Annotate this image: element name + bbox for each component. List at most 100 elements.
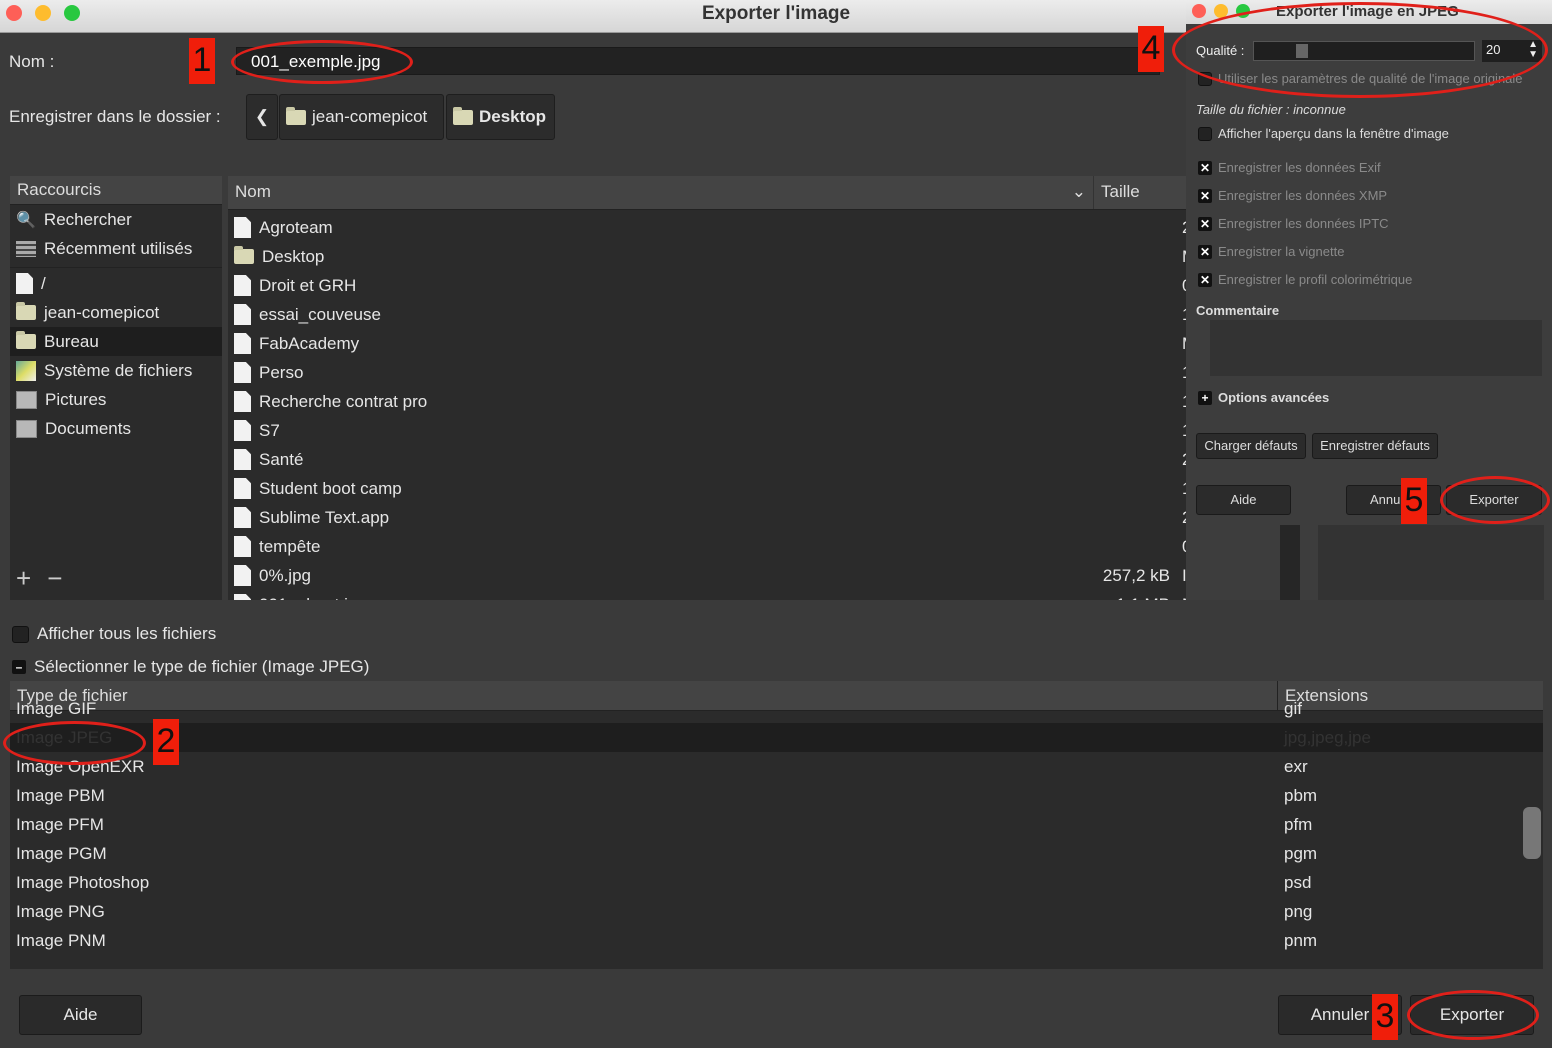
add-bookmark-button[interactable]: + (16, 563, 31, 594)
show-preview[interactable]: Afficher l'aperçu dans la fenêtre d'imag… (1198, 126, 1449, 141)
file-size: 257,2 kB (1102, 565, 1170, 585)
file-type-ext: gif (1284, 698, 1302, 718)
shortcut-label: Rechercher (43, 209, 132, 229)
file-type-row[interactable]: Image GIF gif (10, 694, 1543, 723)
file-type-ext: pgm (1284, 843, 1318, 863)
annotation-ellipse-5 (1440, 476, 1550, 524)
close-button[interactable] (1192, 4, 1206, 18)
jpeg-option[interactable]: ✕ Enregistrer les données IPTC (1198, 216, 1389, 231)
file-row[interactable]: Student boot camp 1 (228, 474, 1300, 503)
file-name: essai_couveuse (259, 304, 381, 324)
shortcut-item[interactable]: Bureau (10, 327, 222, 356)
shortcut-label: Documents (45, 418, 131, 438)
file-type-row[interactable]: Image PFM pfm (10, 810, 1543, 839)
show-all-files[interactable]: Afficher tous les fichiers (12, 624, 216, 644)
jpeg-help-button[interactable]: Aide (1196, 485, 1291, 515)
checkbox-checked-icon[interactable]: ✕ (1198, 160, 1212, 175)
file-type-row[interactable]: Image PNM pnm (10, 926, 1543, 955)
scrollbar-thumb[interactable] (1523, 807, 1541, 859)
checkbox-checked-icon[interactable]: ✕ (1198, 244, 1212, 259)
document-icon (234, 594, 251, 600)
checkbox-checked-icon[interactable]: ✕ (1198, 216, 1212, 231)
column-size[interactable]: Taille (1094, 176, 1174, 209)
scrollbar[interactable] (1280, 525, 1300, 600)
annotation-ellipse-4 (1172, 2, 1548, 98)
annotation-ellipse-3 (1407, 990, 1539, 1040)
document-icon (16, 273, 33, 294)
load-defaults-button[interactable]: Charger défauts (1196, 433, 1306, 459)
file-type-list[interactable]: Type de fichier Extensions Image GIF gif I… (10, 681, 1543, 969)
show-all-label: Afficher tous les fichiers (37, 624, 217, 643)
shortcut-item[interactable]: 🔍 Rechercher (10, 205, 222, 234)
file-row[interactable]: Sublime Text.app 2 (228, 503, 1300, 532)
save-defaults-button[interactable]: Enregistrer défauts (1312, 433, 1438, 459)
file-row[interactable]: Perso 1 (228, 358, 1300, 387)
shortcut-item[interactable]: Système de fichiers (10, 356, 222, 385)
file-type-name: Image GIF (16, 698, 97, 718)
file-type-row[interactable]: Image OpenEXR exr (10, 752, 1543, 781)
shortcut-item[interactable]: Récemment utilisés (10, 234, 222, 263)
file-type-name: Image PFM (16, 814, 104, 834)
shortcut-label: Pictures (45, 389, 107, 409)
file-row[interactable]: essai_couveuse 1 (228, 300, 1300, 329)
file-row[interactable]: Recherche contrat pro 1 (228, 387, 1300, 416)
column-name[interactable]: Nom ⌄ (228, 176, 1094, 209)
file-row[interactable]: 001_about.jpeg 1,1 MB Mardi (228, 590, 1300, 600)
file-type-row[interactable]: Image Photoshop psd (10, 868, 1543, 897)
checkbox[interactable] (1198, 126, 1212, 141)
comment-textarea[interactable] (1210, 320, 1542, 376)
jpeg-option[interactable]: ✕ Enregistrer le profil colorimétrique (1198, 272, 1412, 287)
shortcut-item[interactable]: Pictures (10, 385, 222, 414)
file-type-row[interactable]: Image JPEG jpg,jpeg,jpe (10, 723, 1543, 752)
file-row[interactable]: Agroteam 2 (228, 213, 1300, 242)
file-row[interactable]: Santé 2 (228, 445, 1300, 474)
document-icon (234, 507, 251, 528)
breadcrumb-jean-comepicot[interactable]: jean-comepicot (279, 94, 444, 140)
folder-icon (16, 390, 37, 409)
file-row[interactable]: FabAcademy M (228, 329, 1300, 358)
shortcut-item[interactable]: / (10, 269, 222, 298)
breadcrumb-desktop[interactable]: Desktop (446, 94, 555, 140)
file-type-row[interactable]: Image PGM pgm (10, 839, 1543, 868)
recent-icon (16, 240, 36, 257)
document-icon (234, 333, 251, 354)
advanced-options-label: Options avancées (1218, 390, 1330, 405)
file-type-row[interactable]: Image PBM pbm (10, 781, 1543, 810)
collapse-icon: – (12, 660, 26, 674)
file-type-row[interactable]: Image PNG png (10, 897, 1543, 926)
breadcrumb-label: jean-comepicot (312, 107, 428, 126)
file-row[interactable]: Desktop M (228, 242, 1300, 271)
remove-bookmark-button[interactable]: − (47, 563, 62, 594)
annotation-2: 2 (153, 719, 179, 765)
shortcut-item[interactable]: Documents (10, 414, 222, 443)
separator (10, 263, 222, 268)
jpeg-option[interactable]: ✕ Enregistrer les données Exif (1198, 160, 1381, 175)
document-icon (234, 420, 251, 441)
jpeg-option[interactable]: ✕ Enregistrer la vignette (1198, 244, 1344, 259)
file-name: tempête (259, 536, 321, 556)
document-icon (234, 391, 251, 412)
file-name: FabAcademy (259, 333, 360, 353)
file-type-name: Image PBM (16, 785, 105, 805)
file-type-ext: png (1284, 901, 1313, 921)
document-icon (234, 217, 251, 238)
file-row[interactable]: Droit et GRH 0 (228, 271, 1300, 300)
help-button[interactable]: Aide (19, 995, 142, 1035)
file-name: Recherche contrat pro (259, 391, 428, 411)
document-icon (234, 304, 251, 325)
breadcrumb-back-button[interactable]: ❮ (246, 94, 278, 140)
shortcut-item[interactable]: jean-comepicot (10, 298, 222, 327)
file-row[interactable]: S7 1 (228, 416, 1300, 445)
file-list[interactable]: Nom⌄ Taille Agroteam 2Desktop MDroit et … (228, 176, 1300, 600)
show-preview-label: Afficher l'aperçu dans la fenêtre d'imag… (1218, 126, 1449, 141)
show-all-checkbox[interactable] (12, 625, 29, 643)
checkbox-checked-icon[interactable]: ✕ (1198, 188, 1212, 203)
file-type-ext: jpg,jpeg,jpe (1284, 727, 1371, 747)
advanced-options-expander[interactable]: + Options avancées (1198, 390, 1329, 405)
file-type-name: Image PGM (16, 843, 107, 863)
file-row[interactable]: 0%.jpg 257,2 kB Inconnu (228, 561, 1300, 590)
file-row[interactable]: tempête 05.11.2023 (228, 532, 1300, 561)
checkbox-checked-icon[interactable]: ✕ (1198, 272, 1212, 287)
jpeg-option[interactable]: ✕ Enregistrer les données XMP (1198, 188, 1387, 203)
file-type-expander[interactable]: – Sélectionner le type de fichier (Image … (12, 657, 369, 677)
